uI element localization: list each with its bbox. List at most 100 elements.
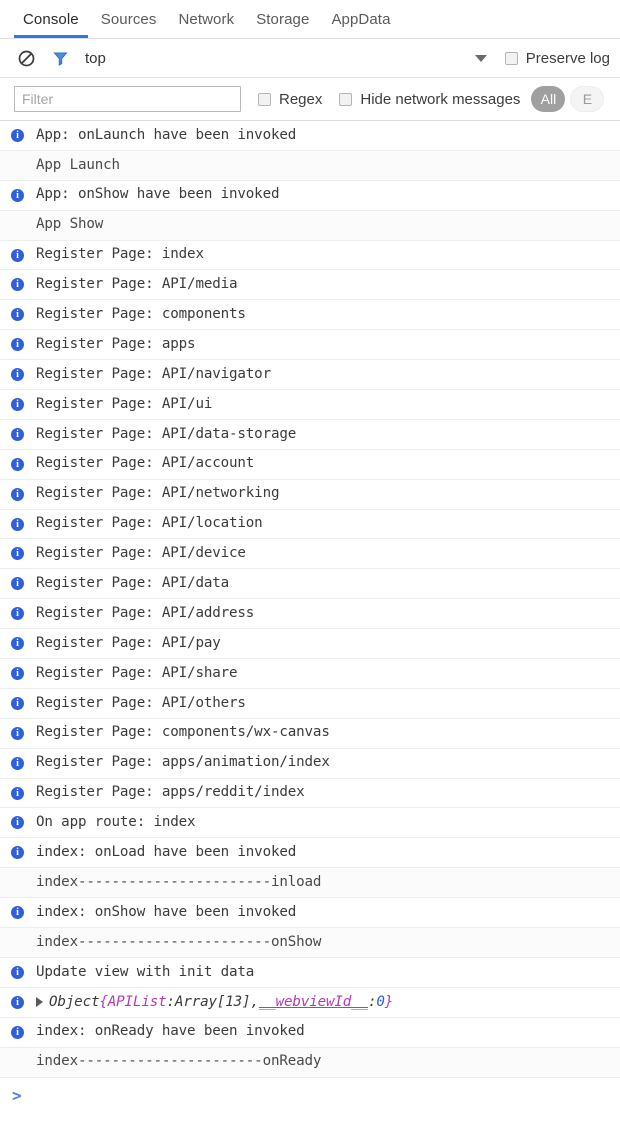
object-type-name: Object — [49, 994, 100, 1011]
log-icon-slot: i — [11, 906, 36, 920]
log-icon-slot: i — [11, 248, 36, 262]
console-log-row[interactable]: i Register Page: apps/animation/index — [0, 749, 620, 779]
tab-storage[interactable]: Storage — [245, 0, 320, 38]
console-log-row[interactable]: i Register Page: API/address — [0, 599, 620, 630]
log-icon-slot: i — [11, 427, 36, 441]
console-log-row[interactable]: i Register Page: apps/reddit/index — [0, 779, 620, 809]
tab-appdata-label: AppData — [331, 10, 391, 28]
console-log-list[interactable]: i App: onLaunch have been invoked App Laun… — [0, 121, 620, 1078]
filter-input[interactable] — [14, 86, 241, 112]
info-icon: i — [11, 906, 24, 920]
console-log-row[interactable]: i App: onLaunch have been invoked — [0, 121, 620, 151]
log-message-text: App Launch — [36, 156, 120, 173]
log-icon-slot: i — [11, 338, 36, 352]
info-icon: i — [11, 1025, 24, 1039]
console-toolbar: top Preserve log — [0, 39, 620, 78]
console-log-row[interactable]: App Show — [0, 210, 620, 241]
regex-checkbox[interactable] — [258, 92, 271, 106]
object-preview[interactable]: Object {APIList: Array[13], __webviewId_… — [36, 994, 393, 1010]
log-icon-slot: i — [11, 487, 36, 501]
object-separator: : — [166, 994, 176, 1011]
hide-network-checkbox[interactable] — [339, 92, 353, 106]
filter-funnel-icon[interactable] — [48, 46, 72, 70]
info-icon: i — [11, 666, 24, 680]
console-log-row[interactable]: i index: onReady have been invoked — [0, 1018, 620, 1048]
console-log-row[interactable]: i App: onShow have been invoked — [0, 181, 620, 211]
console-log-row[interactable]: i Register Page: API/others — [0, 689, 620, 719]
console-log-row[interactable]: i Register Page: API/account — [0, 450, 620, 480]
log-icon-slot: i — [11, 1025, 36, 1039]
console-log-row[interactable]: i Register Page: components/wx-canvas — [0, 719, 620, 749]
log-icon-slot: i — [11, 397, 36, 411]
console-log-row[interactable]: i Object {APIList: Array[13], __webviewId… — [0, 988, 620, 1018]
log-message-text: Register Page: components/wx-canvas — [36, 724, 330, 741]
tab-sources-label: Sources — [100, 10, 157, 28]
console-log-row[interactable]: i Register Page: API/share — [0, 659, 620, 689]
devtools-tab-bar: Console Sources Network Storage AppData — [0, 0, 620, 39]
console-log-row[interactable]: i Register Page: index — [0, 241, 620, 271]
log-icon-slot: i — [11, 188, 36, 202]
chevron-down-icon[interactable] — [474, 54, 487, 62]
console-log-row[interactable]: i Register Page: API/ui — [0, 390, 620, 420]
console-log-row[interactable]: index-----------------------onShow — [0, 928, 620, 958]
log-icon-slot: i — [11, 696, 36, 710]
log-icon-slot: i — [11, 965, 36, 979]
log-message-text: Register Page: apps — [36, 335, 196, 352]
log-message-text: Register Page: API/device — [36, 545, 246, 562]
log-icon-slot: i — [11, 846, 36, 860]
log-message-text: Register Page: apps/animation/index — [36, 754, 330, 771]
level-filter-next-pill[interactable]: E — [570, 86, 605, 112]
console-log-row[interactable]: i On app route: index — [0, 808, 620, 839]
log-message-text: index: onReady have been invoked — [36, 1023, 305, 1040]
log-message-text: App: onLaunch have been invoked — [36, 126, 297, 143]
disclosure-triangle-icon[interactable] — [36, 997, 43, 1008]
info-icon: i — [11, 278, 24, 292]
console-log-row[interactable]: i Register Page: apps — [0, 330, 620, 361]
clear-console-icon[interactable] — [14, 46, 38, 70]
console-log-row[interactable]: i Register Page: API/networking — [0, 480, 620, 510]
info-icon: i — [11, 338, 24, 352]
console-log-row[interactable]: i Update view with init data — [0, 958, 620, 988]
level-filter-all-pill[interactable]: All — [531, 86, 566, 112]
console-log-row[interactable]: i Register Page: components — [0, 300, 620, 331]
console-log-row[interactable]: i Register Page: API/media — [0, 270, 620, 301]
info-icon: i — [11, 368, 24, 382]
object-comma: , — [250, 994, 259, 1011]
regex-option[interactable]: Regex — [258, 91, 322, 108]
console-log-row[interactable]: i Register Page: API/navigator — [0, 360, 620, 391]
info-icon: i — [11, 786, 24, 800]
console-log-row[interactable]: i Register Page: API/data — [0, 569, 620, 600]
preserve-log-checkbox[interactable] — [504, 51, 518, 65]
console-log-row[interactable]: i Register Page: API/location — [0, 510, 620, 540]
console-log-row[interactable]: i Register Page: API/device — [0, 539, 620, 570]
context-selector-label[interactable]: top — [85, 50, 106, 67]
info-icon: i — [11, 547, 24, 561]
console-log-row[interactable]: index----------------------onReady — [0, 1047, 620, 1078]
tab-sources[interactable]: Sources — [90, 0, 168, 38]
tab-console[interactable]: Console — [12, 0, 90, 38]
log-message-text: Register Page: API/media — [36, 276, 238, 293]
object-close-brace: } — [384, 994, 394, 1011]
log-icon-slot: i — [11, 756, 36, 770]
console-log-row[interactable]: i index: onShow have been invoked — [0, 898, 620, 929]
prompt-chevron-icon: > — [12, 1086, 22, 1105]
console-log-row[interactable]: App Launch — [0, 150, 620, 181]
tab-network[interactable]: Network — [167, 0, 245, 38]
info-icon: i — [11, 726, 24, 740]
console-log-row[interactable]: i Register Page: API/data-storage — [0, 420, 620, 450]
info-icon: i — [11, 457, 24, 471]
log-message-text: Register Page: API/data — [36, 575, 230, 591]
console-log-row[interactable]: index-----------------------inload — [0, 868, 620, 899]
object-separator-2: : — [367, 994, 377, 1011]
log-icon-slot: i — [11, 816, 36, 830]
preserve-log-label: Preserve log — [525, 49, 610, 67]
log-message-text: Register Page: API/data-storage — [36, 425, 297, 442]
console-log-row[interactable]: i index: onLoad have been invoked — [0, 838, 620, 869]
log-icon-slot: i — [11, 577, 36, 591]
tab-appdata[interactable]: AppData — [320, 0, 401, 38]
log-message-text: Register Page: apps/reddit/index — [36, 784, 305, 801]
console-prompt-row[interactable]: > — [0, 1077, 620, 1114]
console-log-row[interactable]: i Register Page: API/pay — [0, 629, 620, 660]
hide-network-option[interactable]: Hide network messages — [339, 91, 520, 108]
info-icon: i — [11, 517, 24, 531]
